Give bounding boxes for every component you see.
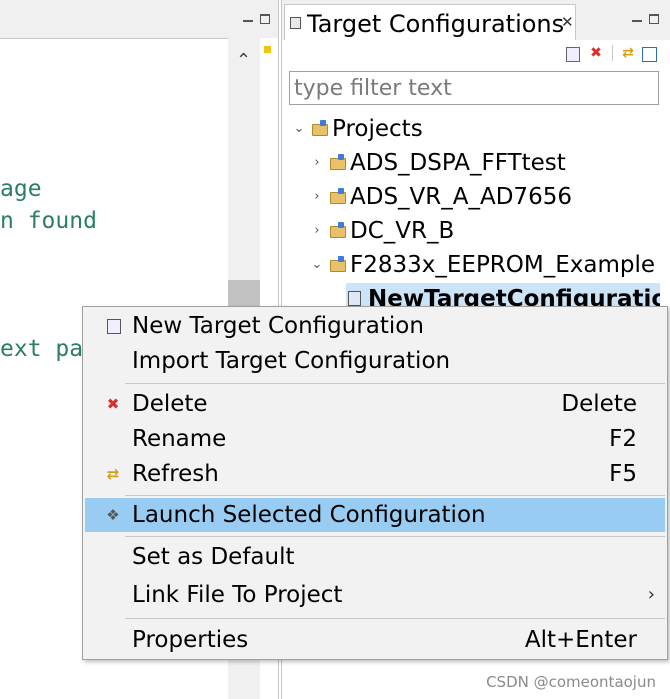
- target-config-file-icon: [348, 291, 361, 306]
- menu-item-label: Set as Default: [132, 544, 295, 570]
- view-toolbar: ✖ ⇄: [282, 40, 670, 66]
- menu-separator: [125, 618, 665, 619]
- filter-input[interactable]: [289, 71, 659, 105]
- close-icon[interactable]: ✕: [561, 13, 574, 31]
- delete-x-icon[interactable]: ✖: [588, 45, 604, 61]
- menu-item-shortcut: F2: [609, 426, 637, 452]
- editor-pane-toolbar: [0, 0, 278, 39]
- tree-item-project[interactable]: › DC_VR_B: [310, 215, 662, 247]
- new-config-icon: [107, 319, 121, 334]
- menu-separator: [125, 536, 665, 537]
- menu-item-label: Link File To Project: [132, 582, 343, 608]
- menu-item-properties[interactable]: Properties Alt+Enter: [85, 623, 665, 657]
- chevron-down-icon[interactable]: ⌄: [310, 249, 324, 281]
- view-minimize-button[interactable]: [632, 14, 642, 22]
- project-folder-icon: [330, 256, 346, 272]
- open-folder-icon: [312, 120, 328, 136]
- menu-item-import-target-configuration[interactable]: Import Target Configuration: [85, 344, 665, 378]
- toolbar-divider: [612, 45, 613, 61]
- menu-item-label: Delete: [132, 391, 208, 417]
- chevron-right-icon[interactable]: ›: [310, 147, 324, 179]
- warning-marker-icon[interactable]: [264, 46, 271, 53]
- view-maximize-button[interactable]: [649, 14, 659, 24]
- menu-item-refresh[interactable]: ⇄ Refresh F5: [85, 457, 665, 491]
- menu-item-launch-selected-configuration[interactable]: ❖ Launch Selected Configuration: [85, 498, 665, 532]
- menu-item-label: Rename: [132, 426, 227, 452]
- refresh-icon: ⇄: [106, 465, 120, 483]
- menu-separator: [125, 495, 665, 496]
- refresh-icon[interactable]: ⇄: [620, 45, 636, 61]
- menu-item-delete[interactable]: ✖ Delete Delete: [85, 387, 665, 421]
- new-config-icon[interactable]: [566, 47, 580, 62]
- view-header: Target Configurations ✕: [282, 0, 670, 40]
- menu-item-rename[interactable]: Rename F2: [85, 422, 665, 456]
- context-menu: New Target Configuration Import Target C…: [82, 306, 668, 660]
- code-line[interactable]: ext pa: [0, 334, 83, 364]
- launch-icon: ❖: [106, 506, 120, 524]
- tree-item-project[interactable]: › ADS_VR_A_AD7656: [310, 181, 662, 213]
- code-line[interactable]: n found: [0, 206, 97, 236]
- chevron-right-icon[interactable]: ›: [310, 181, 324, 213]
- menu-item-label: New Target Configuration: [132, 313, 424, 339]
- menu-separator: [125, 383, 665, 384]
- scroll-up-arrow-icon[interactable]: ⌃: [236, 52, 251, 70]
- ide-window: age n found ext pa ⌃ Target Configuratio…: [0, 0, 670, 699]
- collapse-all-icon[interactable]: [642, 47, 657, 62]
- menu-item-shortcut: Delete: [561, 391, 637, 417]
- target-config-icon: [290, 17, 301, 29]
- code-line[interactable]: age: [0, 174, 42, 204]
- chevron-down-icon[interactable]: ⌄: [292, 113, 306, 145]
- tree-item-label: F2833x_EEPROM_Example: [350, 252, 656, 278]
- menu-item-label: Import Target Configuration: [132, 348, 451, 374]
- project-folder-icon: [330, 222, 346, 238]
- watermark: CSDN @comeontaojun: [486, 673, 656, 691]
- editor-minimize-button[interactable]: [243, 14, 253, 22]
- menu-item-label: Launch Selected Configuration: [132, 502, 486, 528]
- menu-item-label: Refresh: [132, 461, 219, 487]
- chevron-right-icon[interactable]: ›: [310, 215, 324, 247]
- tree-item-label: Projects: [332, 116, 423, 142]
- tree-item-project[interactable]: ⌄ F2833x_EEPROM_Example: [310, 249, 662, 281]
- delete-x-icon: ✖: [106, 395, 120, 413]
- tree-item-project[interactable]: › ADS_DSPA_FFTtest: [310, 147, 662, 179]
- menu-item-label: Properties: [132, 627, 249, 653]
- tab-target-configurations[interactable]: Target Configurations ✕: [284, 4, 576, 40]
- menu-item-link-file-to-project[interactable]: Link File To Project ›: [85, 578, 665, 612]
- project-folder-icon: [330, 188, 346, 204]
- view-title: Target Configurations: [307, 10, 565, 38]
- tree-item-projects[interactable]: ⌄ Projects: [292, 113, 662, 145]
- project-folder-icon: [330, 154, 346, 170]
- submenu-arrow-icon: ›: [647, 584, 655, 605]
- tree-item-label: ADS_VR_A_AD7656: [350, 184, 572, 210]
- editor-maximize-button[interactable]: [260, 14, 270, 24]
- tree-item-label: ADS_DSPA_FFTtest: [350, 150, 566, 176]
- menu-item-shortcut: Alt+Enter: [524, 627, 637, 653]
- menu-item-new-target-configuration[interactable]: New Target Configuration: [85, 309, 665, 343]
- menu-item-shortcut: F5: [609, 461, 637, 487]
- menu-item-set-as-default[interactable]: Set as Default: [85, 540, 665, 574]
- tree-item-label: DC_VR_B: [350, 218, 455, 244]
